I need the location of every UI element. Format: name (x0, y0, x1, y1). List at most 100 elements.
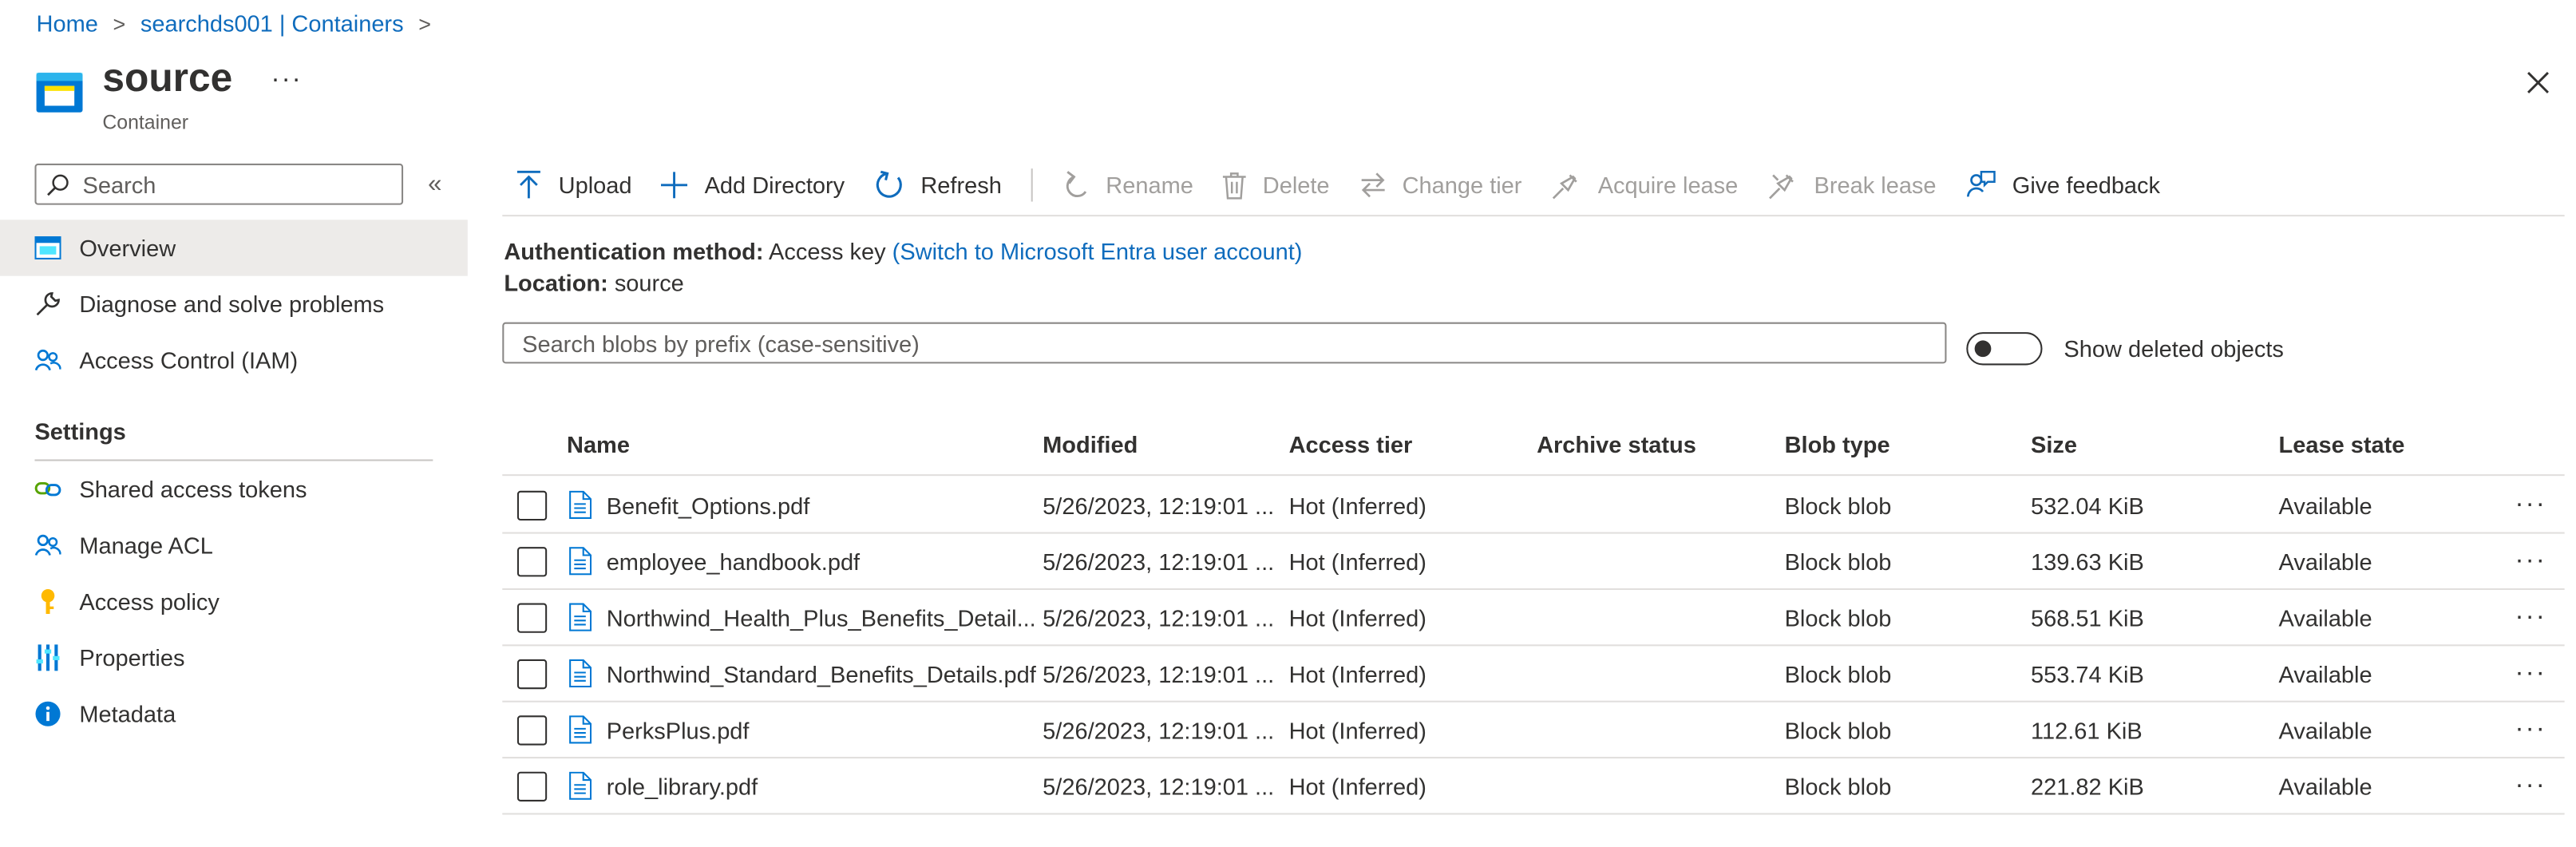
column-header-access-tier[interactable]: Access tier (1289, 431, 1413, 457)
access-tier-cell: Hot (Inferred) (1288, 548, 1426, 575)
size-cell: 221.82 KiB (2031, 772, 2144, 799)
file-icon (568, 771, 592, 800)
auth-method-value: Access key (769, 238, 886, 265)
breadcrumb: Home > searchds001 | Containers > (37, 8, 446, 38)
lease-state-cell: Available (2278, 548, 2372, 575)
toggle-knob (1974, 340, 1992, 358)
sidebar-item-metadata[interactable]: Metadata (0, 686, 468, 742)
sidebar-item-overview[interactable]: Overview (0, 220, 468, 276)
file-icon (568, 490, 592, 519)
collapse-sidebar-button[interactable]: « (428, 170, 441, 198)
overview-icon (34, 235, 61, 261)
row-checkbox[interactable] (516, 659, 548, 690)
row-more-button[interactable]: ··· (2515, 715, 2546, 745)
change-tier-button[interactable]: Change tier (1359, 172, 1521, 198)
column-header-modified[interactable]: Modified (1043, 431, 1138, 457)
column-header-blob-type[interactable]: Blob type (1785, 431, 1890, 457)
access-tier-cell: Hot (Inferred) (1288, 604, 1426, 631)
row-checkbox[interactable] (516, 603, 548, 633)
modified-cell: 5/26/2023, 12:19:01 ... (1043, 548, 1275, 575)
location-value: source (614, 269, 684, 296)
upload-button[interactable]: Upload (516, 170, 632, 200)
page-title: source (102, 56, 233, 101)
sidebar-search[interactable] (34, 163, 404, 205)
more-options-button[interactable]: ··· (271, 66, 302, 96)
link-icon (34, 476, 61, 502)
location: Location: source (504, 269, 683, 295)
file-name-cell[interactable]: Benefit_Options.pdf (568, 477, 809, 532)
sidebar-item-label: Overview (79, 234, 176, 262)
row-checkbox[interactable] (516, 715, 548, 746)
row-more-button[interactable]: ··· (2515, 547, 2546, 576)
people-icon (34, 532, 61, 559)
blob-search[interactable] (502, 322, 1947, 364)
modified-cell: 5/26/2023, 12:19:01 ... (1043, 491, 1275, 518)
size-cell: 112.61 KiB (2031, 716, 2143, 743)
sidebar-item-diagnose[interactable]: Diagnose and solve problems (0, 276, 468, 332)
file-name-cell[interactable]: Northwind_Standard_Benefits_Details.pdf (568, 646, 1036, 700)
row-checkbox[interactable] (516, 547, 548, 577)
file-icon (568, 547, 592, 576)
add-directory-button[interactable]: Add Directory (661, 172, 845, 199)
break-lease-button[interactable]: Break lease (1768, 170, 1937, 200)
wrench-icon (34, 291, 61, 317)
acquire-lease-button[interactable]: Acquire lease (1552, 170, 1738, 200)
breadcrumb-home[interactable]: Home (37, 10, 98, 36)
sidebar-item-label: Diagnose and solve problems (79, 291, 385, 318)
table-row[interactable]: Northwind_Health_Plus_Benefits_Detail...… (502, 590, 2565, 647)
give-feedback-button[interactable]: Give feedback (1966, 170, 2160, 200)
switch-auth-link[interactable]: (Switch to Microsoft Entra user account) (892, 238, 1303, 264)
delete-button[interactable]: Delete (1223, 171, 1330, 199)
table-row[interactable]: employee_handbook.pdf 5/26/2023, 12:19:0… (502, 534, 2565, 590)
modified-cell: 5/26/2023, 12:19:01 ... (1043, 772, 1275, 799)
row-more-button[interactable]: ··· (2515, 491, 2546, 520)
container-icon (36, 71, 83, 114)
table-row[interactable]: PerksPlus.pdf 5/26/2023, 12:19:01 ... Ho… (502, 703, 2565, 759)
size-cell: 139.63 KiB (2031, 548, 2144, 575)
rename-button[interactable]: Rename (1062, 170, 1193, 200)
rename-icon (1062, 170, 1089, 200)
sidebar-item-access-policy[interactable]: Access policy (0, 573, 468, 629)
file-icon (568, 715, 592, 744)
row-checkbox[interactable] (516, 771, 548, 801)
file-name: Benefit_Options.pdf (606, 491, 810, 518)
column-header-lease-state[interactable]: Lease state (2279, 431, 2405, 457)
blob-type-cell: Block blob (1784, 491, 1892, 518)
blob-type-cell: Block blob (1784, 772, 1892, 799)
refresh-button[interactable]: Refresh (874, 170, 1002, 200)
sidebar-item-label: Access policy (79, 588, 220, 615)
break-lease-label: Break lease (1814, 172, 1937, 199)
table-row[interactable]: Benefit_Options.pdf 5/26/2023, 12:19:01 … (502, 477, 2565, 534)
table-row[interactable]: role_library.pdf 5/26/2023, 12:19:01 ...… (502, 758, 2565, 815)
give-feedback-label: Give feedback (2012, 172, 2161, 199)
sidebar-item-label: Properties (79, 644, 185, 671)
sidebar-item-label: Shared access tokens (79, 476, 307, 503)
column-header-size[interactable]: Size (2031, 431, 2077, 457)
add-directory-label: Add Directory (704, 172, 845, 199)
sidebar-item-shared-access-tokens[interactable]: Shared access tokens (0, 461, 468, 517)
column-header-archive-status[interactable]: Archive status (1537, 431, 1696, 457)
row-checkbox[interactable] (516, 490, 548, 521)
modified-cell: 5/26/2023, 12:19:01 ... (1043, 659, 1275, 687)
row-more-button[interactable]: ··· (2515, 659, 2546, 689)
column-header-name[interactable]: Name (567, 431, 630, 457)
file-name-cell[interactable]: role_library.pdf (568, 758, 758, 813)
breadcrumb-containers[interactable]: searchds001 | Containers (140, 10, 404, 36)
file-name-cell[interactable]: Northwind_Health_Plus_Benefits_Detail... (568, 590, 1036, 644)
sidebar-item-properties[interactable]: Properties (0, 630, 468, 686)
row-more-button[interactable]: ··· (2515, 772, 2546, 801)
sidebar-search-input[interactable] (79, 169, 384, 200)
modified-cell: 5/26/2023, 12:19:01 ... (1043, 604, 1275, 631)
sidebar-item-iam[interactable]: Access Control (IAM) (0, 332, 468, 388)
file-name-cell[interactable]: PerksPlus.pdf (568, 703, 749, 757)
close-icon[interactable] (2525, 69, 2551, 96)
file-name-cell[interactable]: employee_handbook.pdf (568, 534, 860, 588)
sidebar-item-manage-acl[interactable]: Manage ACL (0, 517, 468, 573)
plus-icon (661, 172, 688, 199)
row-more-button[interactable]: ··· (2515, 604, 2546, 633)
blob-search-input[interactable] (518, 327, 1914, 358)
lease-state-cell: Available (2278, 491, 2372, 518)
blob-type-cell: Block blob (1784, 548, 1892, 575)
show-deleted-toggle[interactable] (1966, 332, 2043, 366)
table-row[interactable]: Northwind_Standard_Benefits_Details.pdf … (502, 646, 2565, 703)
